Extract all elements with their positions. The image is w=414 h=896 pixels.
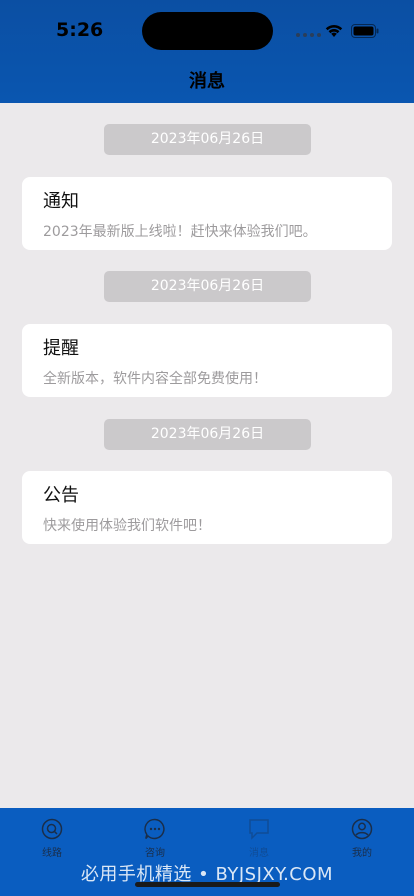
signal-icon (296, 33, 321, 37)
message-body: 2023年最新版上线啦！赶快来体验我们吧。 (43, 224, 317, 240)
wifi-icon (325, 24, 343, 37)
home-indicator (135, 882, 280, 887)
tab-label: 线路 (42, 848, 62, 859)
route-icon (41, 818, 63, 840)
tab-label: 咨询 (145, 848, 165, 859)
message-date: 2023年06月26日 (104, 419, 311, 450)
page-title: 消息 (189, 71, 225, 92)
message-body: 全新版本，软件内容全部免费使用！ (43, 371, 267, 387)
tab-message[interactable]: 消息 (229, 808, 289, 868)
message-card[interactable]: 通知 2023年最新版上线啦！赶快来体验我们吧。 (22, 177, 392, 250)
top-header: 5:26 消息 (0, 0, 414, 103)
message-card[interactable]: 公告 快来使用体验我们软件吧！ (22, 471, 392, 544)
tab-route[interactable]: 线路 (22, 808, 82, 868)
message-title: 公告 (43, 485, 79, 506)
message-date: 2023年06月26日 (104, 124, 311, 155)
status-time: 5:26 (56, 19, 104, 41)
tab-label: 我的 (352, 848, 372, 859)
status-bar: 5:26 (0, 0, 414, 60)
message-icon (249, 819, 269, 840)
message-title: 提醒 (43, 338, 79, 359)
tab-profile[interactable]: 我的 (332, 808, 392, 868)
message-date: 2023年06月26日 (104, 271, 311, 302)
message-title: 通知 (43, 191, 79, 212)
chat-icon (144, 818, 165, 840)
message-card[interactable]: 提醒 全新版本，软件内容全部免费使用！ (22, 324, 392, 397)
tab-label: 消息 (249, 848, 269, 859)
dynamic-island (142, 12, 273, 50)
battery-icon (351, 24, 379, 38)
tab-consult[interactable]: 咨询 (125, 808, 185, 868)
message-body: 快来使用体验我们软件吧！ (43, 518, 211, 534)
profile-icon (351, 818, 373, 840)
